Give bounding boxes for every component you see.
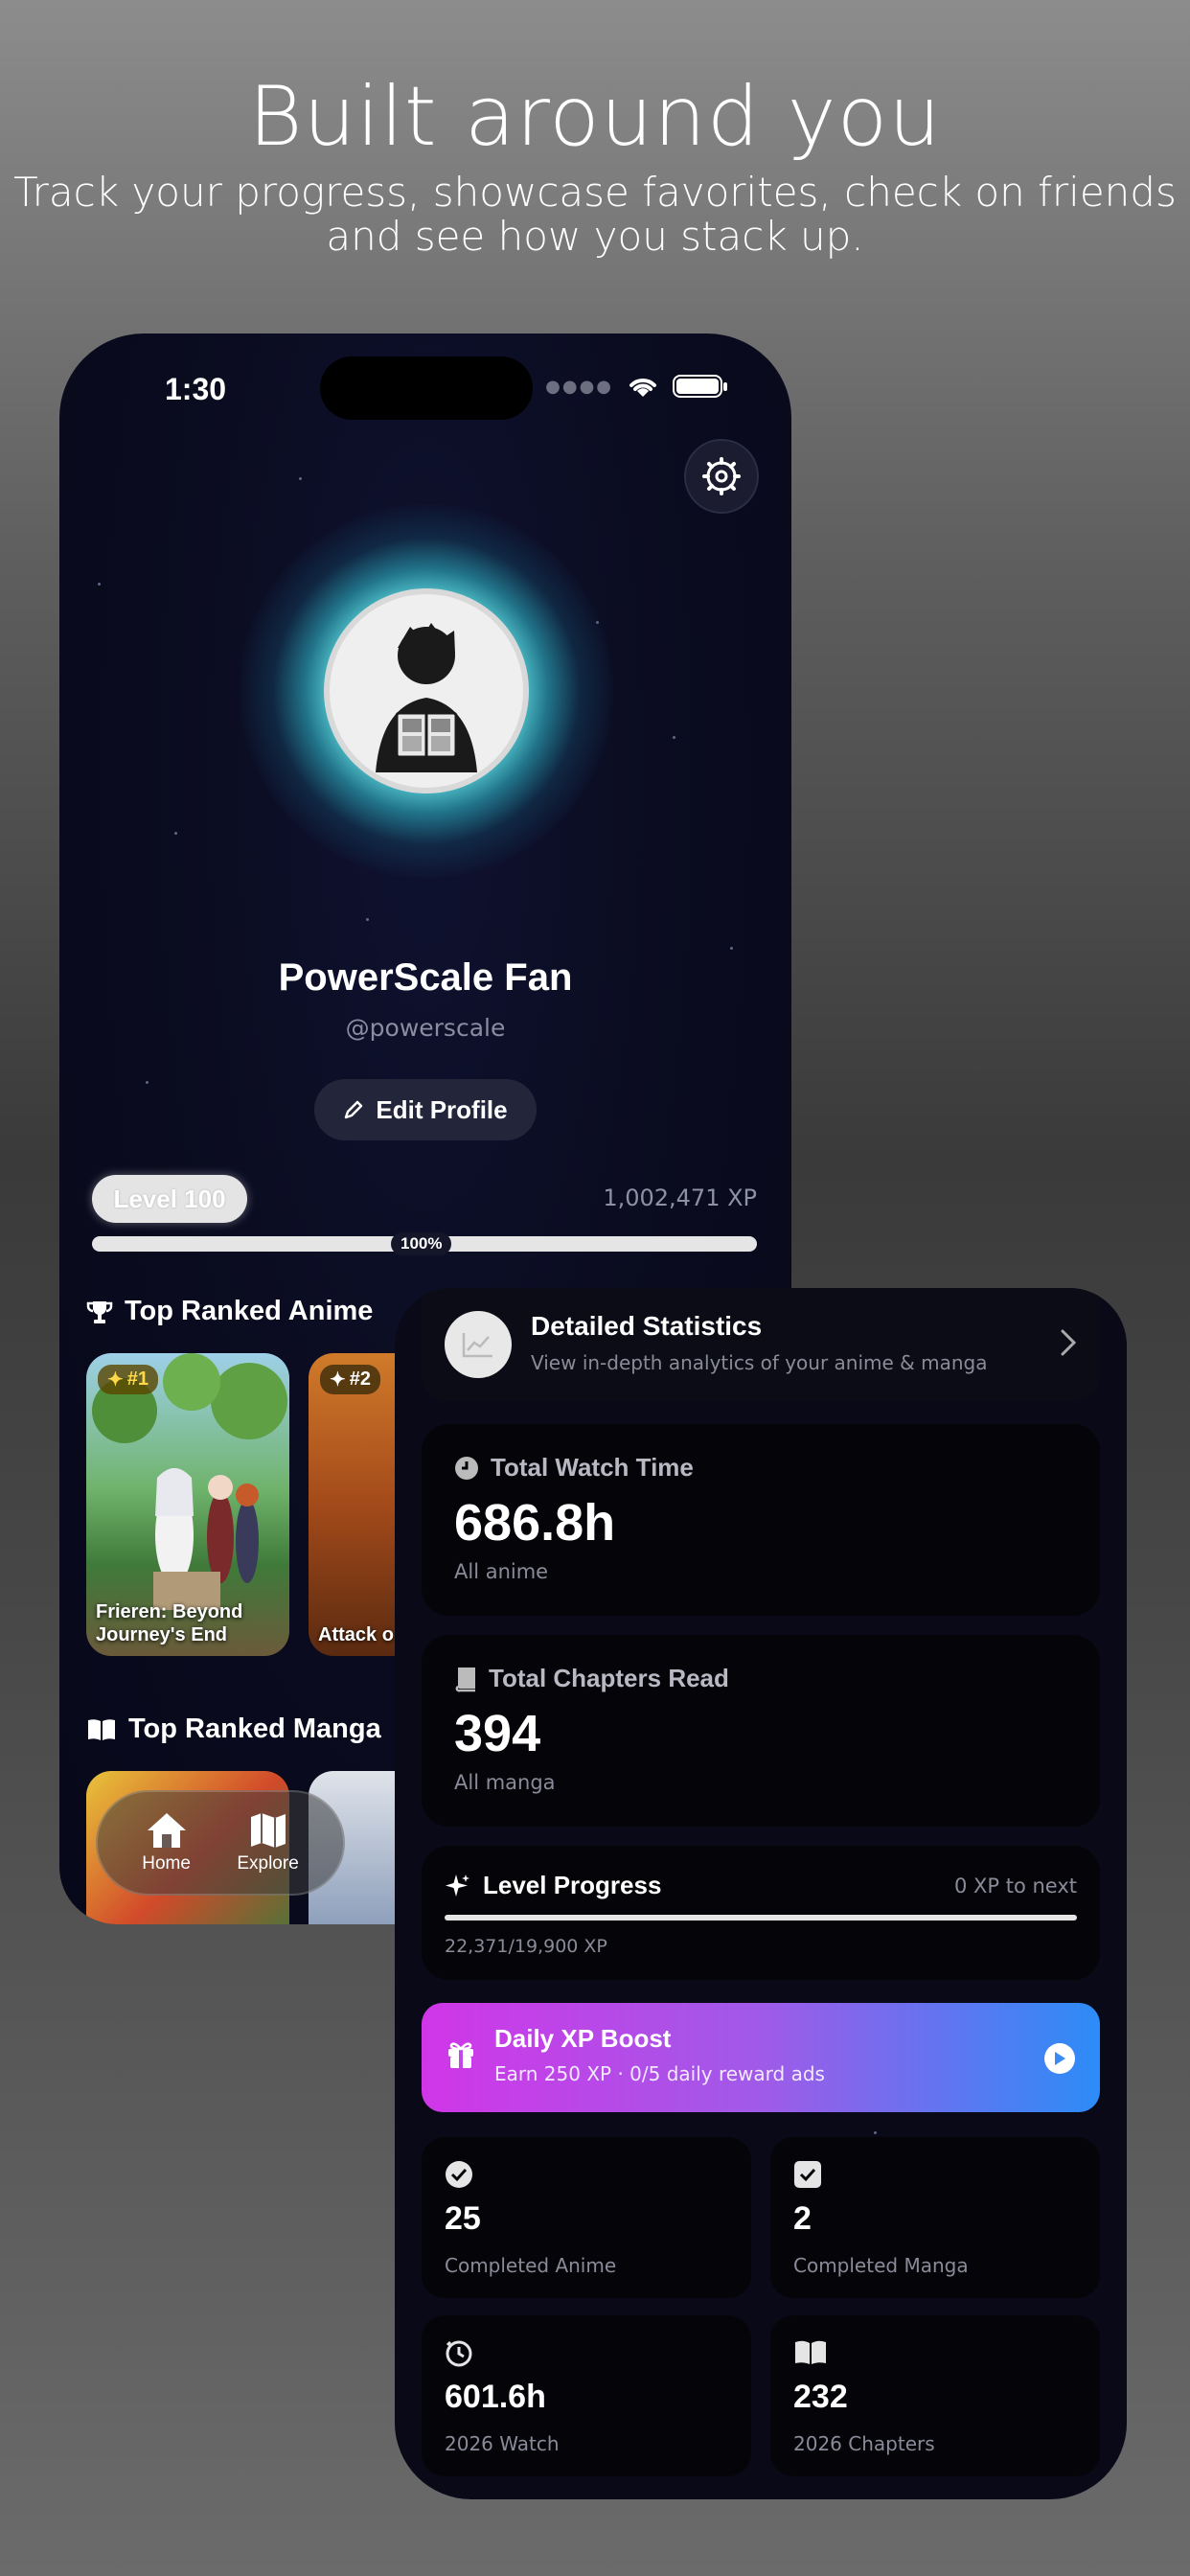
top-anime-title: Top Ranked Anime <box>125 1296 374 1326</box>
dynamic-island <box>320 356 533 420</box>
tab-home[interactable]: Home <box>142 1811 191 1874</box>
play-icon <box>1055 2052 1065 2065</box>
gift-icon <box>448 2042 473 2068</box>
completed-anime-value: 25 <box>445 2200 481 2237</box>
chapters-2026-card: 232 2026 Chapters <box>770 2315 1100 2476</box>
level-progress-card: Level Progress 0 XP to next 22,371/19,90… <box>422 1846 1100 1980</box>
home-icon <box>147 1813 186 1848</box>
stats-phone-screen: Detailed Statistics View in-depth analyt… <box>395 1288 1127 2499</box>
stats-chart-icon <box>445 1311 512 1378</box>
level-progress-bar <box>445 1915 1077 1920</box>
detailed-statistics-title: Detailed Statistics <box>531 1311 763 1341</box>
chapters-2026-value: 232 <box>793 2379 848 2415</box>
timer-icon <box>446 2340 472 2367</box>
map-icon <box>250 1813 286 1848</box>
total-chapters-caption: All manga <box>454 1771 556 1794</box>
total-watch-time-card: Total Watch Time 686.8h All anime <box>422 1424 1100 1616</box>
completed-anime-label: Completed Anime <box>445 2254 617 2277</box>
check-circle-icon <box>446 2161 472 2188</box>
tab-home-label: Home <box>142 1853 191 1874</box>
detailed-statistics-row[interactable]: Detailed Statistics View in-depth analyt… <box>422 1288 1100 1401</box>
top-anime-header: Top Ranked Anime <box>86 1296 373 1327</box>
signal-icon: ●●●● <box>545 376 613 397</box>
anime-card-1[interactable]: ✦ #1 Frieren: Beyond Journey's End <box>86 1353 289 1656</box>
tab-explore-label: Explore <box>237 1853 299 1874</box>
level-progress-detail: 22,371/19,900 XP <box>445 1936 607 1957</box>
settings-button[interactable] <box>684 439 759 514</box>
checkbox-icon <box>794 2161 821 2188</box>
battery-icon <box>673 375 727 398</box>
anime-card-title-2: Attack o <box>318 1624 394 1645</box>
tab-bar: Home Explore <box>96 1790 345 1896</box>
watch-2026-label: 2026 Watch <box>445 2432 560 2455</box>
watch-2026-value: 601.6h <box>445 2379 546 2415</box>
rank-badge-2: ✦ #2 <box>320 1365 381 1394</box>
total-chapters-header: Total Chapters Read <box>454 1664 729 1693</box>
anime-card-title-1: Frieren: Beyond Journey's End <box>96 1601 243 1645</box>
trophy-icon <box>86 1300 113 1323</box>
rank-badge-1: ✦ #1 <box>98 1365 159 1394</box>
edit-profile-button[interactable]: Edit Profile <box>314 1079 537 1140</box>
level-badge: Level 100 <box>92 1175 247 1223</box>
book-icon <box>455 1667 475 1691</box>
profile-name: PowerScale Fan <box>278 956 573 999</box>
edit-profile-label: Edit Profile <box>376 1094 508 1124</box>
tab-explore[interactable]: Explore <box>237 1811 299 1874</box>
detailed-statistics-subtitle: View in-depth analytics of your anime & … <box>531 1351 988 1374</box>
top-manga-header: Top Ranked Manga <box>86 1714 381 1745</box>
chapters-2026-label: 2026 Chapters <box>793 2432 935 2455</box>
avatar[interactable] <box>324 588 529 794</box>
medal-icon: ✦ <box>107 1369 124 1391</box>
total-chapters-value: 394 <box>454 1705 541 1762</box>
completed-manga-label: Completed Manga <box>793 2254 969 2277</box>
open-book-icon <box>88 1718 115 1740</box>
level-progress-next: 0 XP to next <box>953 1874 1077 1898</box>
total-watch-time-header: Total Watch Time <box>454 1453 694 1483</box>
wifi-icon <box>629 379 656 397</box>
daily-xp-boost-title: Daily XP Boost <box>494 2024 672 2053</box>
profile-handle: @powerscale <box>345 1014 506 1042</box>
total-chapters-card: Total Chapters Read 394 All manga <box>422 1635 1100 1827</box>
chevron-right-icon <box>1061 1329 1077 1356</box>
subheadline: Track your progress, showcase favorites,… <box>13 169 1177 260</box>
daily-xp-boost-subtitle: Earn 250 XP · 0/5 daily reward ads <box>494 2062 825 2085</box>
status-time: 1:30 <box>165 372 227 406</box>
level-progress-label: 100% <box>391 1232 452 1255</box>
total-watch-time-value: 686.8h <box>454 1494 616 1552</box>
completed-anime-card: 25 Completed Anime <box>422 2137 751 2298</box>
completed-manga-card: 2 Completed Manga <box>770 2137 1100 2298</box>
gear-icon <box>702 457 741 495</box>
play-ad-button[interactable] <box>1044 2043 1075 2074</box>
completed-manga-value: 2 <box>793 2200 812 2237</box>
reader-silhouette-icon <box>376 623 477 772</box>
status-icons: ●●●● <box>545 374 727 399</box>
xp-total: 1,002,471 XP <box>603 1184 757 1211</box>
total-watch-time-caption: All anime <box>454 1560 549 1583</box>
open-book-icon <box>795 2340 826 2364</box>
watch-2026-card: 601.6h 2026 Watch <box>422 2315 751 2476</box>
medal-icon: ✦ <box>330 1369 346 1391</box>
sparkle-icon <box>446 1874 469 1897</box>
top-manga-title: Top Ranked Manga <box>128 1714 381 1744</box>
level-progress-header: Level Progress <box>445 1871 661 1900</box>
pencil-icon <box>345 1100 363 1119</box>
headline: Built around you <box>248 69 942 165</box>
clock-icon <box>455 1456 478 1480</box>
daily-xp-boost-banner[interactable]: Daily XP Boost Earn 250 XP · 0/5 daily r… <box>422 2003 1100 2112</box>
